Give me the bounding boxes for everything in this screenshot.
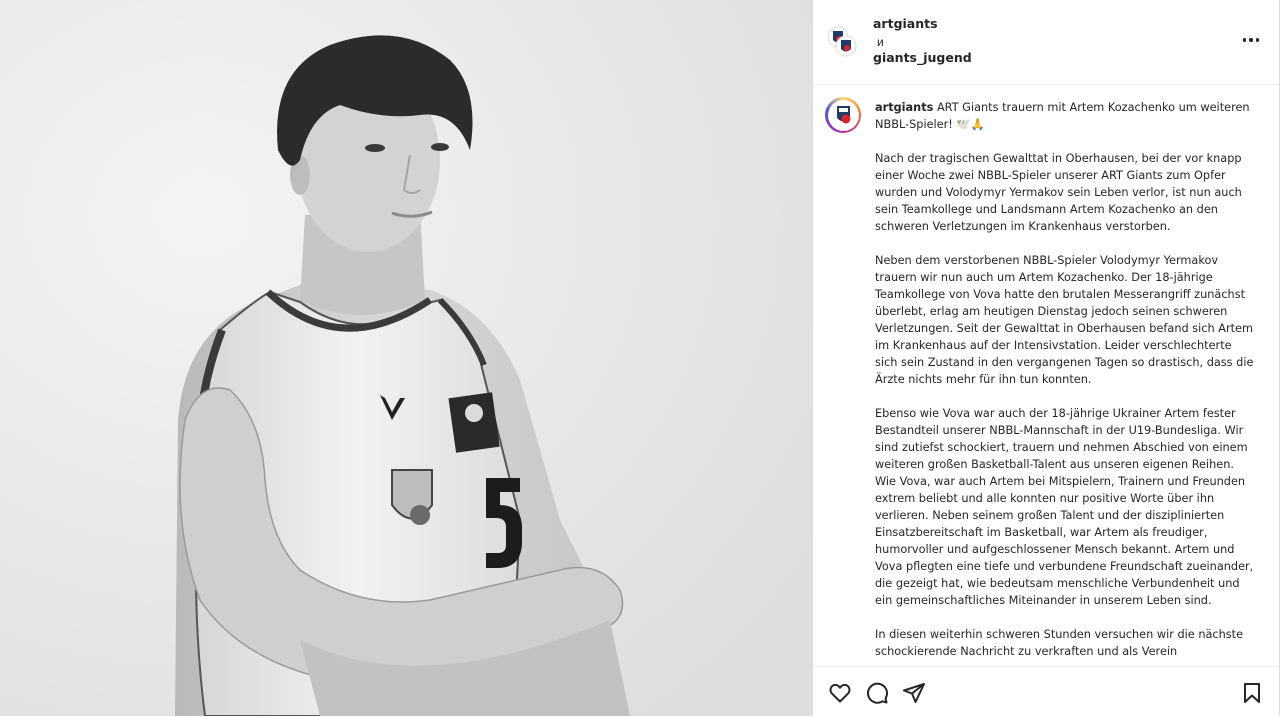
post-image[interactable] xyxy=(0,0,812,716)
collab-username-link[interactable]: giants_jugend xyxy=(873,50,972,66)
post-header: artgiants и giants_jugend xyxy=(813,0,1279,85)
player-portrait-image xyxy=(0,0,812,716)
post-caption: artgiants ART Giants trauern mit Artem K… xyxy=(875,99,1255,666)
bookmark-icon[interactable] xyxy=(1240,681,1264,705)
club-logo-icon xyxy=(836,105,850,123)
author-username-link[interactable]: artgiants xyxy=(873,16,938,32)
collab-avatars[interactable] xyxy=(827,26,857,58)
comment-icon[interactable] xyxy=(865,681,889,705)
more-dot xyxy=(1255,38,1260,42)
more-dot xyxy=(1242,38,1247,42)
more-dot xyxy=(1249,38,1253,42)
caption-username-link[interactable]: artgiants xyxy=(875,101,933,114)
post-details-panel: artgiants и giants_jugend artgiants ART … xyxy=(812,0,1280,717)
caption-paragraph: Ebenso wie Vova war auch der 18-jährige … xyxy=(875,407,1254,607)
caption-paragraph: Nach der tragischen Gewalttat in Oberhau… xyxy=(875,152,1242,233)
more-options-button[interactable] xyxy=(1241,32,1261,48)
caption-paragraph: In diesen weiterhin schweren Stunden ver… xyxy=(875,628,1244,658)
caption-author-avatar[interactable] xyxy=(825,97,861,133)
heart-icon[interactable] xyxy=(828,681,852,705)
comments-scroll-area[interactable]: artgiants ART Giants trauern mit Artem K… xyxy=(813,85,1279,666)
collab-conjunction: и xyxy=(877,35,884,49)
caption-paragraph: Neben dem verstorbenen NBBL-Spieler Volo… xyxy=(875,254,1254,386)
paper-plane-icon[interactable] xyxy=(902,681,926,705)
action-bar xyxy=(813,666,1279,717)
